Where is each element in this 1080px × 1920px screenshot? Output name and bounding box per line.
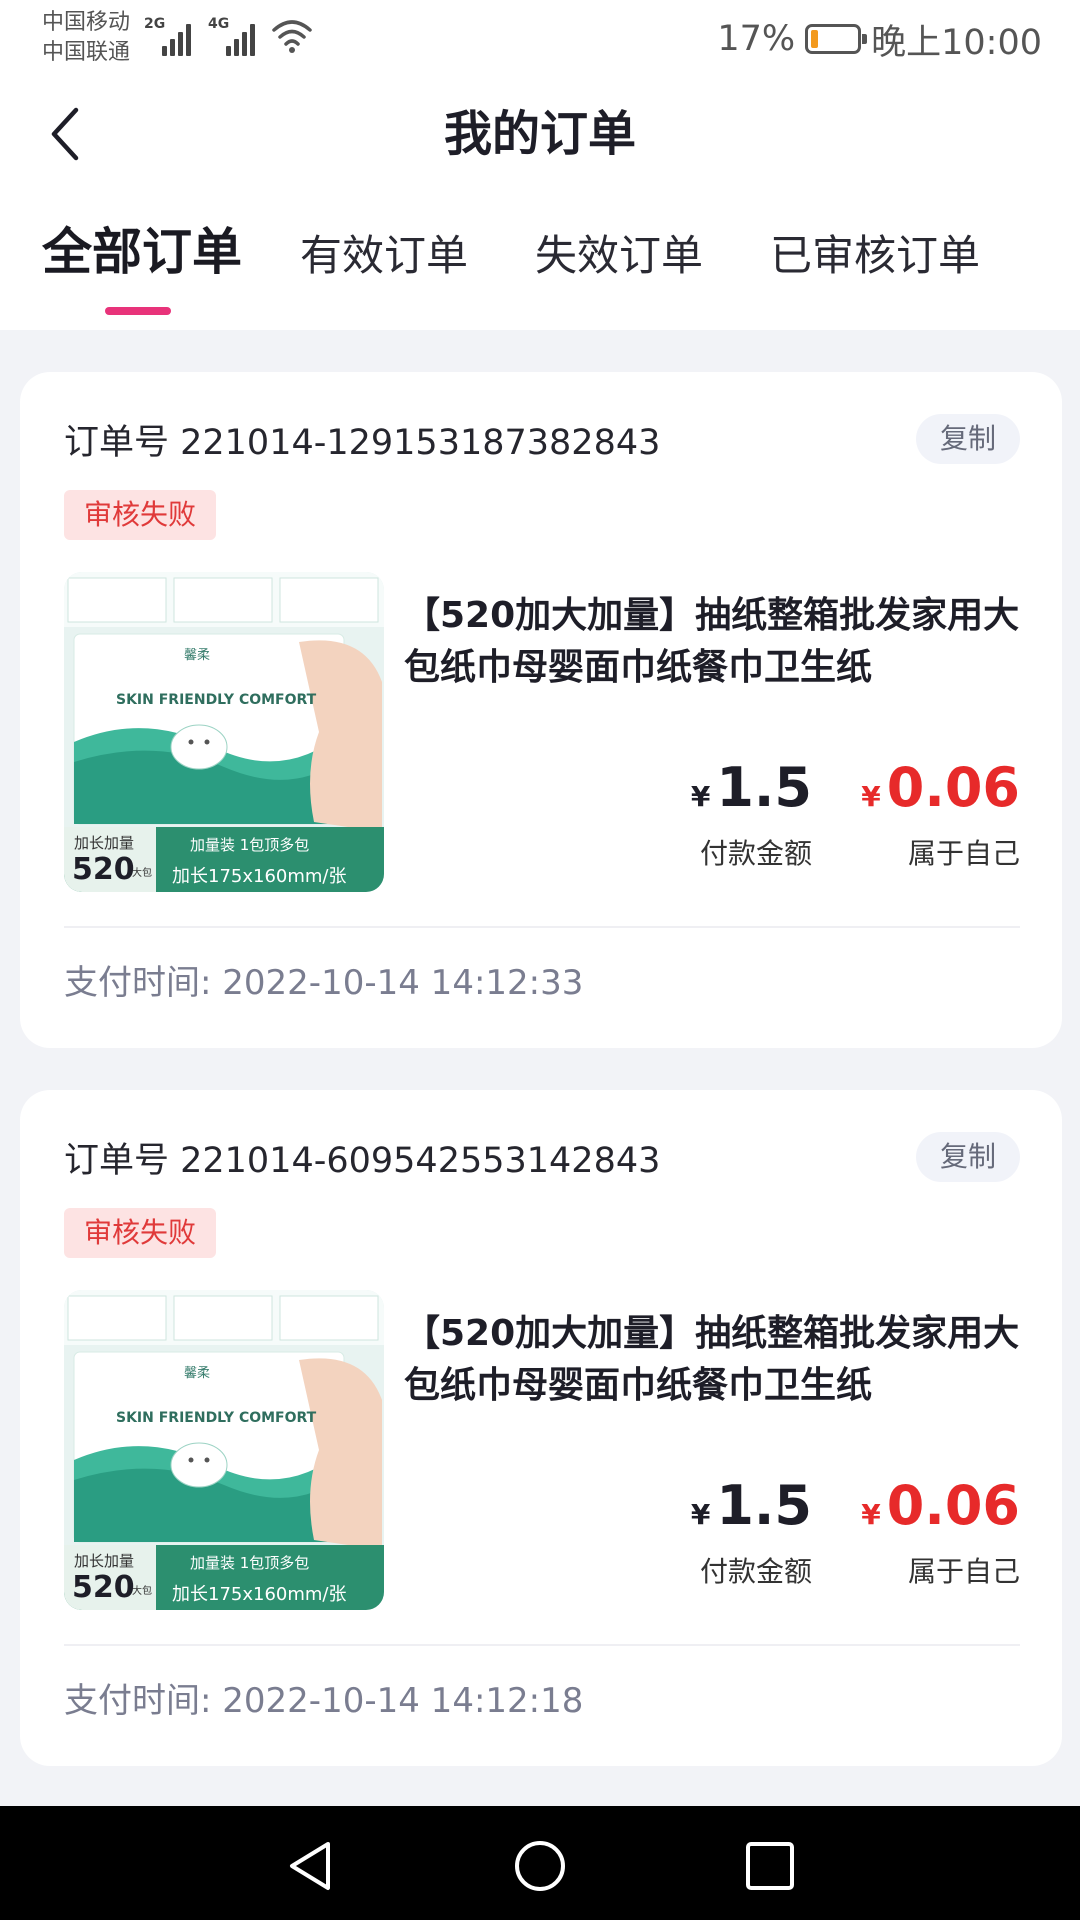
own-amount-label: 属于自己 [907, 837, 1020, 870]
tab-all-orders[interactable]: 全部订单 [42, 222, 242, 282]
brand-text: 馨柔 [184, 1366, 211, 1381]
product-name[interactable]: 【520加大加量】抽纸整箱批发家用大包纸巾母婴面巾纸餐巾卫生纸 [404, 1308, 1024, 1412]
battery-percent: 17% [717, 19, 796, 59]
own-amount-block: ¥0.06 属于自己 [861, 757, 1020, 874]
tag-value: 加量装 1包顶多包 [190, 836, 310, 854]
carrier-info: 中国移动 中国联通 [42, 8, 130, 68]
product-name[interactable]: 【520加大加量】抽纸整箱批发家用大包纸巾母婴面巾纸餐巾卫生纸 [404, 590, 1024, 694]
wifi-icon [272, 20, 312, 53]
clock: 晚上10:00 [871, 22, 1042, 63]
status-badge: 审核失败 [64, 490, 217, 540]
own-amount: 0.06 [886, 1474, 1020, 1537]
currency-symbol: ¥ [861, 780, 881, 813]
tab-invalid-orders[interactable]: 失效订单 [535, 226, 703, 286]
pay-amount-label: 付款金额 [699, 837, 812, 870]
tag-size: 加长175x160mm/张 [172, 866, 347, 887]
signal-2g-icon: 2G [144, 14, 196, 58]
tab-reviewed-orders[interactable]: 已审核订单 [770, 226, 980, 286]
orders-page: 中国移动 中国联通 2G 4G 17% 晚上10:00 我的订单 全部订单 有效… [0, 0, 1080, 1920]
tag-size: 加长175x160mm/张 [172, 1584, 347, 1605]
own-amount-block: ¥0.06 属于自己 [861, 1475, 1020, 1592]
divider [64, 926, 1020, 928]
pay-amount-block: ¥1.5 付款金额 [691, 757, 812, 874]
circle-home-icon[interactable] [512, 1838, 568, 1894]
sheet-count-unit: 大包 [132, 1586, 152, 1597]
triangle-back-icon[interactable] [282, 1838, 338, 1894]
pay-amount-label: 付款金额 [699, 1555, 812, 1588]
pay-amount: 1.5 [716, 1474, 812, 1537]
pay-time-value: 2022-10-14 14:12:33 [222, 963, 584, 1003]
currency-symbol: ¥ [861, 1498, 881, 1531]
sheet-count: 520 [72, 1570, 135, 1605]
system-nav-bar [0, 1806, 1080, 1920]
carrier-1: 中国移动 [42, 10, 131, 35]
own-amount-label: 属于自己 [907, 1555, 1020, 1588]
active-tab-indicator [105, 307, 171, 315]
slogan-text: SKIN FRIENDLY COMFORT [116, 1410, 317, 1426]
order-card[interactable]: 订单号 221014-129153187382843 复制 审核失败 馨柔 SK… [20, 372, 1062, 1048]
slogan-text: SKIN FRIENDLY COMFORT [116, 692, 317, 708]
pay-time-label: 支付时间: [64, 1681, 212, 1721]
battery-level-fill [811, 30, 819, 48]
battery-icon [805, 24, 868, 54]
tag-value: 加量装 1包顶多包 [190, 1554, 310, 1572]
signal-4g-icon: 4G [208, 14, 260, 58]
pay-time-value: 2022-10-14 14:12:18 [222, 1681, 584, 1721]
status-right: 17% 晚上10:00 [717, 14, 1042, 64]
carrier-2: 中国联通 [42, 40, 131, 65]
currency-symbol: ¥ [690, 1498, 711, 1531]
status-bar: 中国移动 中国联通 2G 4G 17% 晚上10:00 [0, 0, 1080, 78]
tab-valid-orders[interactable]: 有效订单 [300, 226, 468, 286]
pay-time: 支付时间: 2022-10-14 14:12:33 [64, 960, 583, 1006]
pay-amount-block: ¥1.5 付款金额 [691, 1475, 812, 1592]
tag-longer: 加长加量 [74, 1552, 135, 1570]
order-card[interactable]: 订单号 221014-609542553142843 复制 审核失败 馨柔 SK… [20, 1090, 1062, 1766]
status-badge: 审核失败 [64, 1208, 217, 1258]
copy-button[interactable]: 复制 [916, 1132, 1020, 1182]
order-number: 订单号 221014-609542553142843 [64, 1141, 661, 1181]
pay-amount: 1.5 [716, 756, 812, 819]
copy-button[interactable]: 复制 [916, 414, 1020, 464]
square-recent-icon[interactable] [742, 1838, 798, 1894]
own-amount: 0.06 [886, 756, 1020, 819]
order-tabs: 全部订单 有效订单 失效订单 已审核订单 [0, 198, 1080, 330]
page-title: 我的订单 [443, 106, 636, 162]
pay-time: 支付时间: 2022-10-14 14:12:18 [64, 1678, 583, 1724]
product-image[interactable]: 馨柔 SKIN FRIENDLY COMFORT 加长加量 520 大包 加量装… [64, 572, 384, 892]
order-number: 订单号 221014-129153187382843 [64, 423, 661, 463]
pay-time-label: 支付时间: [64, 963, 212, 1003]
brand-text: 馨柔 [184, 648, 211, 663]
product-image[interactable]: 馨柔 SKIN FRIENDLY COMFORT 加长加量 520 大包 加量装… [64, 1290, 384, 1610]
sheet-count: 520 [72, 852, 135, 887]
divider [64, 1644, 1020, 1646]
app-header: 我的订单 [0, 78, 1080, 198]
currency-symbol: ¥ [690, 780, 711, 813]
sheet-count-unit: 大包 [132, 868, 152, 879]
tag-longer: 加长加量 [74, 834, 135, 852]
